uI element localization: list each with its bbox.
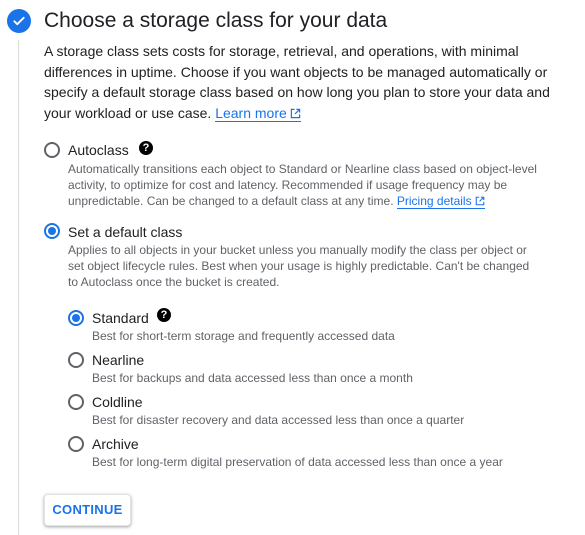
nearline-description: Best for backups and data accessed less … — [92, 371, 413, 385]
external-link-icon — [290, 108, 301, 118]
default-class-radio[interactable] — [44, 223, 60, 239]
standard-radio[interactable] — [68, 310, 84, 326]
coldline-description: Best for disaster recovery and data acce… — [92, 413, 465, 427]
intro-paragraph: A storage class sets costs for storage, … — [44, 41, 559, 123]
learn-more-label: Learn more — [215, 104, 287, 121]
archive-label: Archive — [92, 436, 139, 452]
autoclass-radio[interactable] — [44, 142, 60, 158]
archive-description: Best for long-term digital preservation … — [92, 455, 503, 469]
learn-more-link[interactable]: Learn more — [215, 104, 301, 122]
pricing-details-label: Pricing details — [396, 194, 472, 208]
nearline-radio[interactable] — [68, 352, 84, 368]
standard-label: Standard — [92, 310, 149, 326]
continue-button[interactable]: CONTINUE — [44, 494, 131, 526]
coldline-radio[interactable] — [68, 394, 84, 410]
standard-description: Best for short-term storage and frequent… — [92, 329, 395, 343]
nearline-label: Nearline — [92, 352, 145, 368]
step-title: Choose a storage class for your data — [44, 9, 388, 32]
standard-help-icon[interactable]: ? — [157, 308, 171, 322]
coldline-label: Coldline — [92, 394, 143, 410]
pricing-details-link[interactable]: Pricing details — [396, 194, 485, 209]
default-class-label: Set a default class — [68, 224, 183, 240]
step-connector-line — [18, 40, 19, 535]
archive-radio[interactable] — [68, 436, 84, 452]
autoclass-help-icon[interactable]: ? — [139, 141, 153, 155]
external-link-icon — [475, 196, 484, 206]
step-complete-check-icon — [7, 9, 31, 33]
autoclass-description: Automatically transitions each object to… — [68, 161, 538, 209]
default-class-description: Applies to all objects in your bucket un… — [68, 243, 530, 289]
autoclass-label: Autoclass — [68, 142, 129, 158]
